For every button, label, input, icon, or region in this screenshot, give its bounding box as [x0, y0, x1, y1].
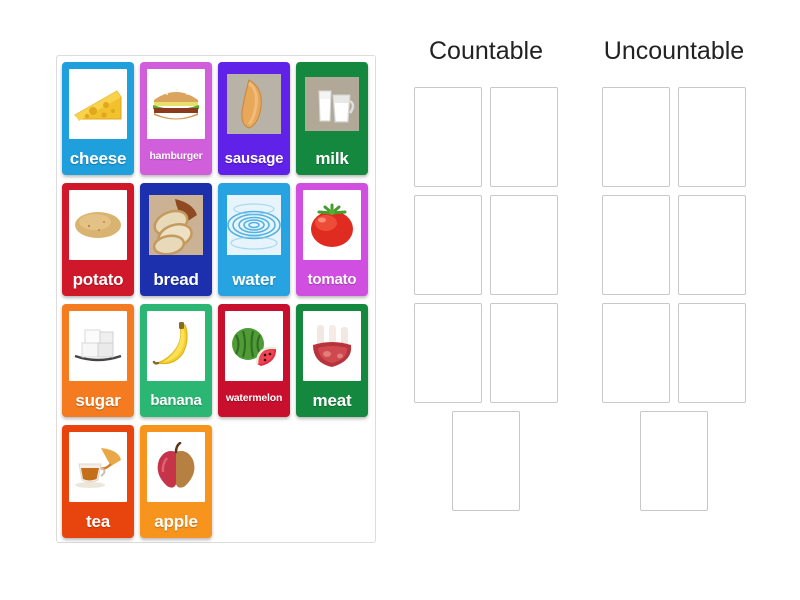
- drop-slot[interactable]: [678, 87, 746, 187]
- drop-slot[interactable]: [490, 195, 558, 295]
- word-card-label: apple: [154, 512, 198, 531]
- drop-slot[interactable]: [452, 411, 520, 511]
- word-card-cheese[interactable]: cheese: [62, 62, 134, 175]
- sugar-cubes-icon: [69, 311, 127, 381]
- banana-icon: [147, 311, 205, 381]
- word-card-sausage[interactable]: sausage: [218, 62, 290, 175]
- word-card-water[interactable]: water: [218, 183, 290, 296]
- slot-grid: [588, 87, 760, 511]
- word-card-label: hamburger: [149, 150, 203, 162]
- drop-buckets: Countable Uncountable: [400, 36, 760, 511]
- drop-slot[interactable]: [602, 195, 670, 295]
- word-card-watermelon[interactable]: watermelon: [218, 304, 290, 417]
- sausage-icon: [225, 69, 283, 139]
- word-card-label: tea: [86, 512, 110, 531]
- tomato-icon: [303, 190, 361, 260]
- apple-icon: [147, 432, 205, 502]
- word-card-label: banana: [150, 392, 202, 409]
- slot-grid: [400, 87, 572, 511]
- bucket-title: Uncountable: [603, 37, 745, 65]
- watermelon-icon: [225, 311, 283, 381]
- hamburger-icon: [147, 69, 205, 139]
- milk-jug-icon: [303, 69, 361, 139]
- activity-root: cheese hamburger sausage milk potato bre…: [0, 0, 800, 600]
- word-card-tea[interactable]: tea: [62, 425, 134, 538]
- word-card-label: milk: [315, 149, 349, 168]
- word-card-tray: cheese hamburger sausage milk potato bre…: [56, 55, 376, 543]
- word-card-label: water: [232, 270, 276, 289]
- drop-slot[interactable]: [490, 87, 558, 187]
- word-card-label: sugar: [75, 391, 121, 410]
- word-card-potato[interactable]: potato: [62, 183, 134, 296]
- word-card-sugar[interactable]: sugar: [62, 304, 134, 417]
- drop-slot[interactable]: [640, 411, 708, 511]
- word-card-label: watermelon: [225, 392, 283, 404]
- bread-loaf-icon: [147, 190, 205, 260]
- word-card-meat[interactable]: meat: [296, 304, 368, 417]
- word-card-milk[interactable]: milk: [296, 62, 368, 175]
- word-card-label: potato: [72, 270, 124, 289]
- word-card-hamburger[interactable]: hamburger: [140, 62, 212, 175]
- drop-slot[interactable]: [602, 87, 670, 187]
- word-card-bread[interactable]: bread: [140, 183, 212, 296]
- drop-slot[interactable]: [602, 303, 670, 403]
- drop-slot[interactable]: [414, 87, 482, 187]
- bucket-countable: Countable: [400, 36, 572, 511]
- word-card-grid: cheese hamburger sausage milk potato bre…: [62, 62, 375, 546]
- drop-slot[interactable]: [678, 195, 746, 295]
- drop-slot[interactable]: [490, 303, 558, 403]
- potato-icon: [69, 190, 127, 260]
- word-card-banana[interactable]: banana: [140, 304, 212, 417]
- word-card-label: tomato: [307, 271, 357, 288]
- bucket-title: Countable: [429, 37, 543, 65]
- word-card-label: sausage: [224, 150, 284, 167]
- word-card-label: meat: [312, 391, 352, 410]
- drop-slot[interactable]: [414, 303, 482, 403]
- water-ripple-icon: [225, 190, 283, 260]
- word-card-tomato[interactable]: tomato: [296, 183, 368, 296]
- bucket-uncountable: Uncountable: [588, 36, 760, 511]
- drop-slot[interactable]: [678, 303, 746, 403]
- cheese-wedge-icon: [69, 69, 127, 139]
- word-card-label: bread: [153, 270, 199, 289]
- word-card-apple[interactable]: apple: [140, 425, 212, 538]
- word-card-label: cheese: [69, 149, 127, 168]
- drop-slot[interactable]: [414, 195, 482, 295]
- tea-cup-icon: [69, 432, 127, 502]
- meat-ribs-icon: [303, 311, 361, 381]
